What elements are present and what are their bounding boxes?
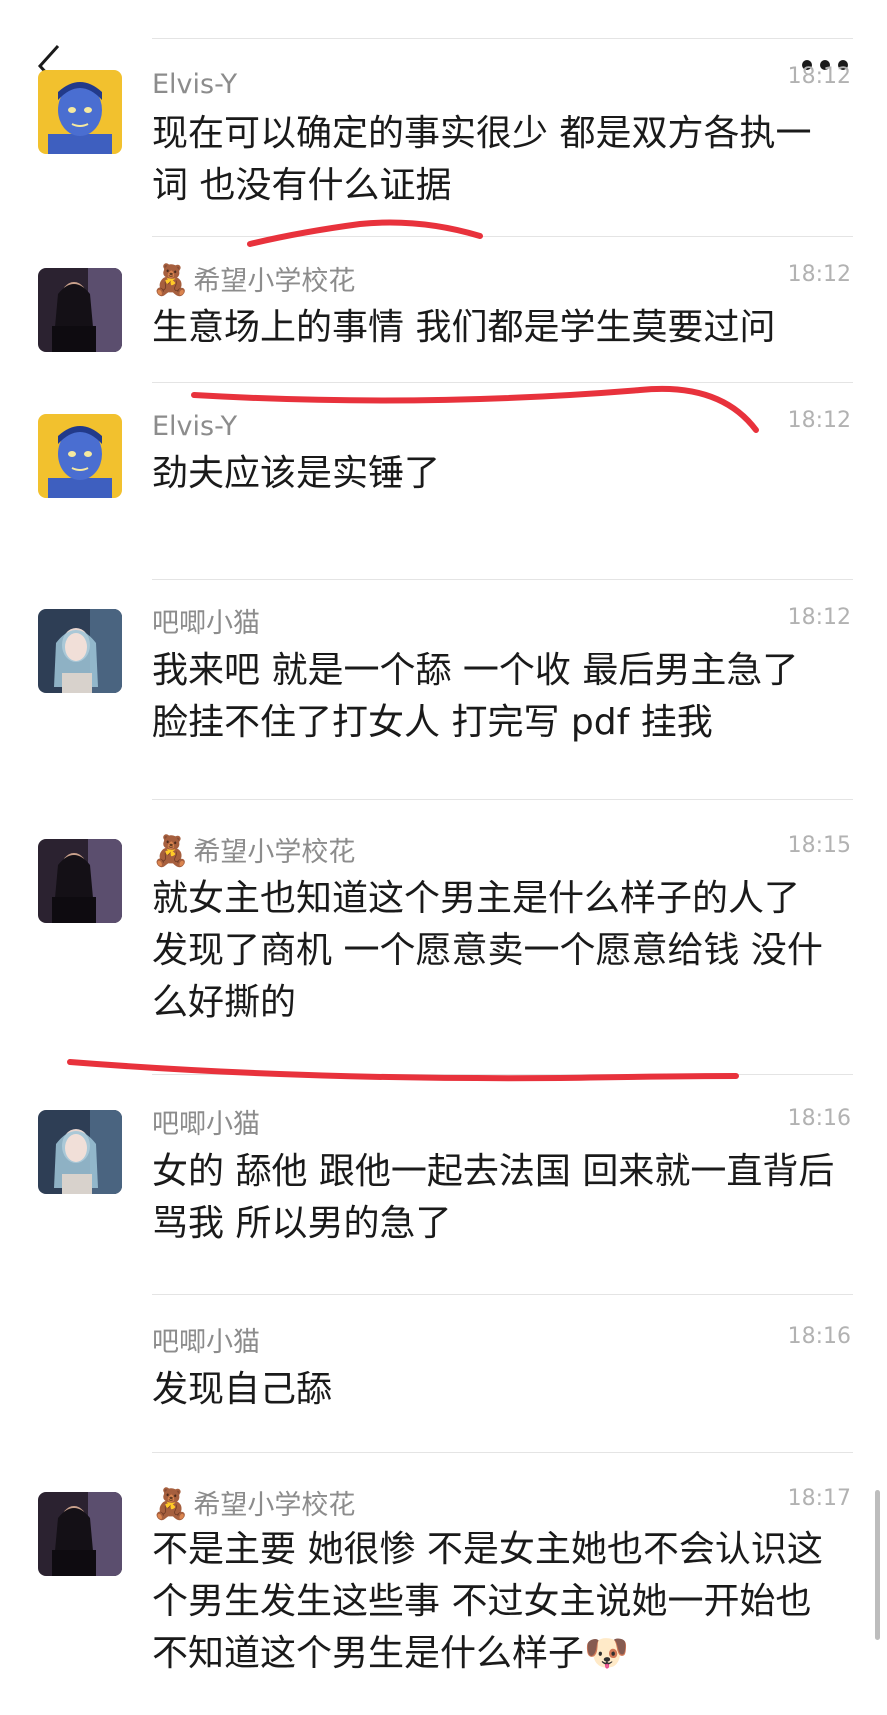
divider — [152, 1452, 853, 1453]
avatar-elvis[interactable] — [38, 70, 122, 154]
message-time: 18:15 — [787, 833, 851, 858]
message-item: 吧唧小猫 18:16 发现自己舔 — [0, 1294, 887, 1452]
sender-name: Elvis-Y — [152, 69, 238, 100]
message-text: 就女主也知道这个男主是什么样子的人了 发现了商机 一个愿意卖一个愿意给钱 没什么… — [152, 878, 823, 1023]
message-text: 劲夫应该是实锤了 — [152, 453, 441, 494]
message-item: Elvis-Y 18:12 现在可以确定的事实很少 都是双方各执一词 也没有什么… — [0, 38, 887, 238]
sender-name: 🧸 希望小学校花 — [152, 834, 356, 869]
message-item: 🧸 希望小学校花 18:17 不是主要 她很惨 不是女主她也不会认识这个男生发生这… — [0, 1452, 887, 1715]
divider — [152, 1294, 853, 1295]
message-time: 18:12 — [787, 262, 851, 287]
avatar-elvis[interactable] — [38, 414, 122, 498]
message-time: 18:12 — [787, 605, 851, 630]
divider — [152, 1074, 853, 1075]
divider — [152, 236, 853, 237]
avatar-xiwang[interactable] — [38, 839, 122, 923]
avatar-xiwang[interactable] — [38, 1492, 122, 1576]
message-time: 18:12 — [787, 64, 851, 89]
message-text: 发现自己舔 — [152, 1369, 333, 1410]
bear-badge-icon: 🧸 — [152, 263, 190, 298]
message-text: 现在可以确定的事实很少 都是双方各执一词 也没有什么证据 — [152, 113, 812, 206]
sender-name: 🧸 希望小学校花 — [152, 263, 356, 298]
divider — [152, 579, 853, 580]
message-text: 生意场上的事情 我们都是学生莫要过问 — [152, 307, 776, 348]
message-item: 吧唧小猫 18:16 女的 舔他 跟他一起去法国 回来就一直背后骂我 所以男的急… — [0, 1074, 887, 1294]
message-time: 18:12 — [787, 408, 851, 433]
sender-name: 吧唧小猫 — [152, 1109, 260, 1140]
divider — [152, 382, 853, 383]
message-text: 我来吧 就是一个舔 一个收 最后男主急了 脸挂不住了打女人 打完写 pdf 挂我 — [152, 650, 799, 743]
message-item: 吧唧小猫 18:12 我来吧 就是一个舔 一个收 最后男主急了 脸挂不住了打女人… — [0, 579, 887, 799]
sender-name: 吧唧小猫 — [152, 1327, 260, 1358]
sender-name: 🧸 希望小学校花 — [152, 1487, 356, 1522]
message-item: 🧸 希望小学校花 18:15 就女主也知道这个男主是什么样子的人了 发现了商机 一… — [0, 799, 887, 1069]
avatar-xiwang[interactable] — [38, 268, 122, 352]
bear-badge-icon: 🧸 — [152, 834, 190, 869]
message-time: 18:17 — [787, 1486, 851, 1511]
avatar-baji[interactable] — [38, 1110, 122, 1194]
avatar-baji[interactable] — [38, 609, 122, 693]
sender-name: 吧唧小猫 — [152, 608, 260, 639]
divider — [152, 799, 853, 800]
message-item: 🧸 希望小学校花 18:12 生意场上的事情 我们都是学生莫要过问 — [0, 236, 887, 384]
divider — [152, 38, 853, 39]
scrollbar[interactable] — [875, 1490, 880, 1640]
sender-name: Elvis-Y — [152, 411, 238, 442]
message-item: Elvis-Y 18:12 劲夫应该是实锤了 — [0, 382, 887, 530]
message-text: 女的 舔他 跟他一起去法国 回来就一直背后骂我 所以男的急了 — [152, 1151, 835, 1244]
bear-badge-icon: 🧸 — [152, 1487, 190, 1522]
message-time: 18:16 — [787, 1324, 851, 1349]
message-text: 不是主要 她很惨 不是女主她也不会认识这个男生发生这些事 不过女主说她一开始也不… — [152, 1529, 823, 1674]
message-time: 18:16 — [787, 1106, 851, 1131]
